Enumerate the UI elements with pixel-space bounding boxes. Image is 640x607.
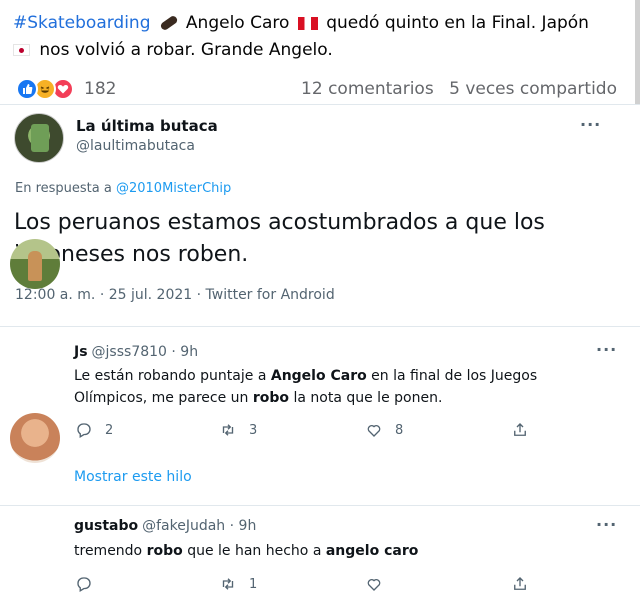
post-text-part2: quedó quinto en la Final. Japón bbox=[326, 13, 589, 33]
comments-count-link[interactable]: 12 comentarios bbox=[301, 79, 434, 99]
retweet-icon bbox=[222, 424, 234, 436]
retweet-count: 1 bbox=[249, 576, 258, 592]
retweet-count: 3 bbox=[249, 422, 258, 438]
reply-text-segment: Le están robando puntaje a bbox=[74, 368, 271, 384]
shares-count-link[interactable]: 5 veces compartido bbox=[449, 79, 617, 99]
main-tweet: La última butaca @laultimabutaca ··· En … bbox=[0, 105, 640, 327]
retweet-icon bbox=[222, 578, 234, 590]
reply-text: tremendo robo que le han hecho a angelo … bbox=[74, 540, 554, 562]
reply-header: gustabo @fakeJudah · 9h bbox=[74, 518, 256, 534]
reply-text-bold: angelo caro bbox=[325, 543, 419, 559]
heart-icon bbox=[367, 425, 381, 437]
reactions-bar[interactable]: 182 bbox=[16, 77, 116, 101]
reply-text: Le están robando puntaje a Angelo Caro e… bbox=[74, 365, 554, 409]
reply-handle-time: @jsss7810 · 9h bbox=[91, 344, 199, 360]
post-text-part3: nos volvió a robar. Grande Angelo. bbox=[39, 40, 333, 60]
reply-text-segment: la nota que le ponen. bbox=[289, 390, 443, 406]
show-thread-link[interactable]: Mostrar este hilo bbox=[74, 469, 192, 485]
retweet-button[interactable]: 3 bbox=[219, 421, 257, 439]
reply-count: 2 bbox=[105, 422, 114, 438]
like-reaction-icon bbox=[16, 78, 38, 100]
like-button[interactable] bbox=[365, 575, 395, 593]
reply-text-bold: robo bbox=[146, 543, 183, 559]
post-stats: 12 comentarios 5 veces compartido bbox=[301, 77, 617, 101]
peru-flag-icon bbox=[297, 16, 318, 30]
more-options-icon[interactable]: ··· bbox=[580, 115, 601, 134]
reply-text-bold: robo bbox=[252, 390, 290, 406]
japan-flag-icon bbox=[13, 44, 30, 56]
hashtag-link[interactable]: #Skateboarding bbox=[13, 13, 151, 33]
share-icon bbox=[514, 423, 526, 436]
divider bbox=[0, 326, 640, 327]
reply-header: Js @jsss7810 · 9h bbox=[74, 344, 198, 360]
divider bbox=[0, 505, 640, 506]
like-count: 8 bbox=[395, 422, 404, 438]
reply-mention-link[interactable]: @2010MisterChip bbox=[116, 181, 231, 196]
reply-text-segment: que le han hecho a bbox=[182, 543, 326, 559]
reaction-count: 182 bbox=[84, 79, 117, 99]
reply-context: En respuesta a @2010MisterChip bbox=[15, 181, 231, 196]
reply-icon bbox=[77, 423, 91, 438]
reply-text-bold: Angelo Caro bbox=[270, 368, 367, 384]
reply-icon bbox=[77, 577, 91, 592]
facebook-post-text: #Skateboarding Angelo Caro quedó quinto … bbox=[13, 10, 613, 64]
retweet-button[interactable]: 1 bbox=[219, 575, 257, 593]
heart-icon bbox=[367, 579, 381, 591]
scrollbar[interactable] bbox=[635, 0, 640, 104]
skateboard-emoji-icon bbox=[159, 14, 179, 32]
reply-text-segment: tremendo bbox=[74, 543, 147, 559]
share-button[interactable] bbox=[511, 575, 529, 593]
post-text-part1: Angelo Caro bbox=[185, 13, 290, 33]
author-handle[interactable]: @laultimabutaca bbox=[76, 138, 195, 154]
reply-button[interactable] bbox=[75, 575, 105, 593]
avatar[interactable] bbox=[14, 113, 64, 163]
avatar[interactable] bbox=[10, 239, 60, 289]
reply-prefix: En respuesta a bbox=[15, 181, 112, 196]
avatar[interactable] bbox=[10, 413, 60, 463]
reply-author-name[interactable]: gustabo bbox=[74, 518, 138, 534]
more-options-icon[interactable]: ··· bbox=[596, 515, 617, 534]
share-icon bbox=[514, 577, 526, 590]
more-options-icon[interactable]: ··· bbox=[596, 340, 617, 359]
reply-button[interactable]: 2 bbox=[75, 421, 113, 439]
share-button[interactable] bbox=[511, 421, 529, 439]
reply-handle-time: @fakeJudah · 9h bbox=[142, 518, 257, 534]
tweet-text: Los peruanos estamos acostumbrados a que… bbox=[14, 210, 545, 267]
tweet-timestamp[interactable]: 12:00 a. m. · 25 jul. 2021 · Twitter for… bbox=[15, 287, 335, 303]
tweet-screenshot: La última butaca @laultimabutaca ··· En … bbox=[0, 104, 640, 607]
author-name[interactable]: La última butaca bbox=[76, 117, 218, 135]
like-button[interactable]: 8 bbox=[365, 421, 403, 439]
reply-author-name[interactable]: Js bbox=[74, 344, 88, 360]
